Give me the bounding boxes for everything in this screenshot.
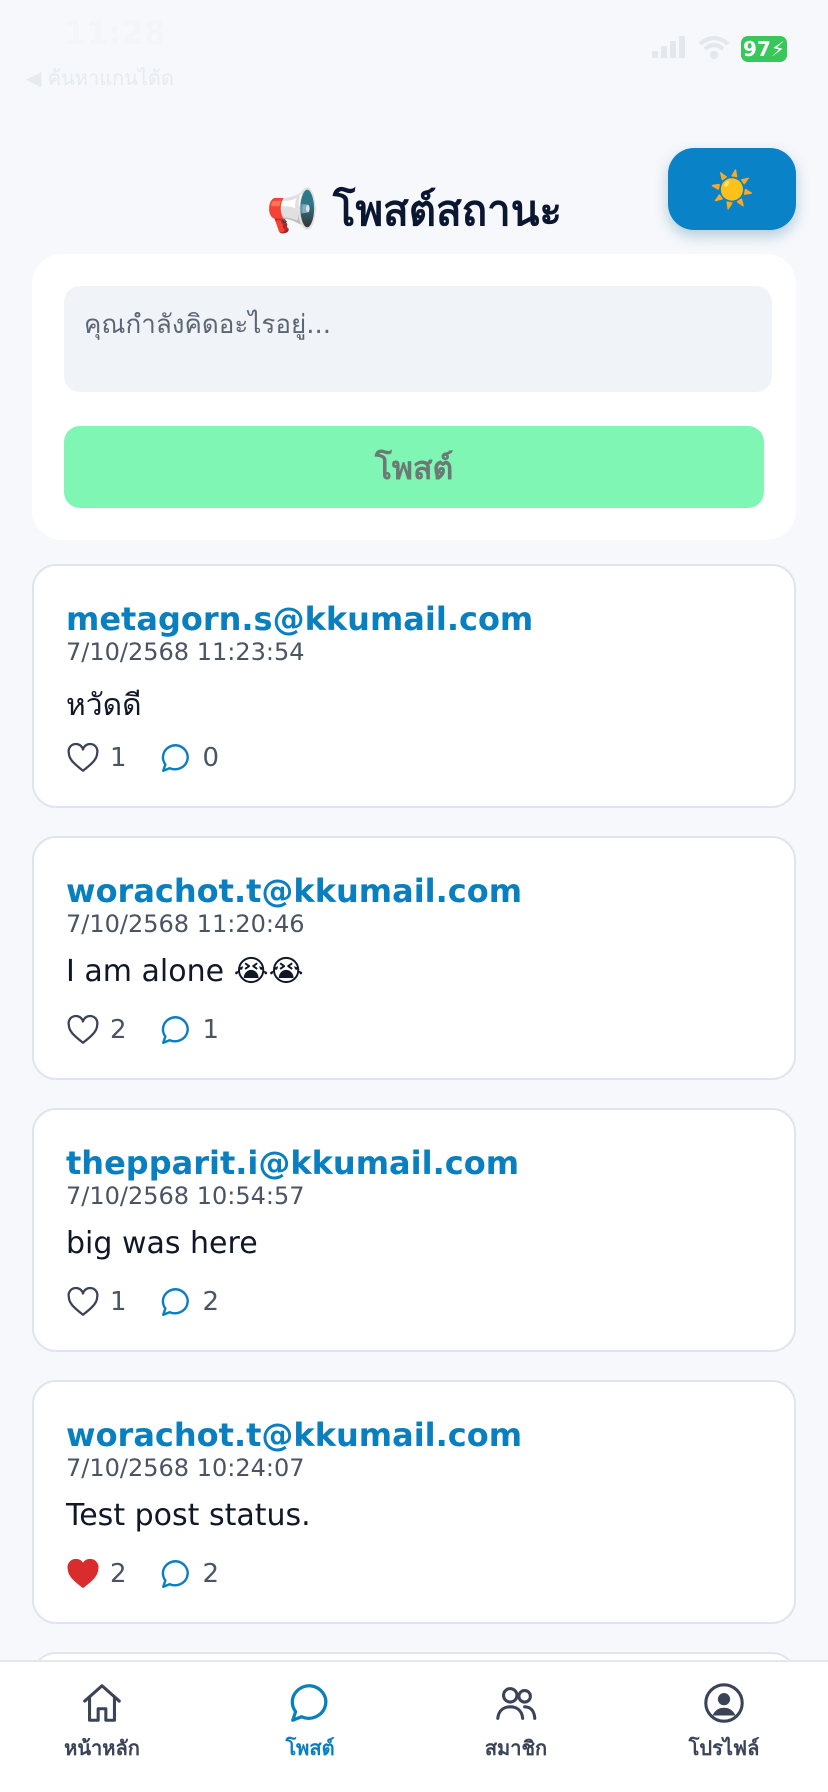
- comment-button[interactable]: 1: [159, 1013, 220, 1047]
- heart-icon: [67, 1286, 99, 1316]
- comment-button[interactable]: 2: [159, 1285, 220, 1319]
- like-button[interactable]: 2: [66, 1557, 127, 1591]
- battery-level: 97: [743, 37, 771, 61]
- comment-button[interactable]: 0: [159, 741, 220, 775]
- heart-filled-icon: [67, 1558, 99, 1588]
- comment-bubble-icon: [161, 1560, 189, 1588]
- nav-item-home[interactable]: หน้าหลัก: [22, 1680, 182, 1764]
- status-time: 11:28: [64, 14, 166, 52]
- post-body: I am alone 😭😭: [66, 954, 304, 989]
- comment-bubble-icon: [161, 1288, 189, 1316]
- post-feed: metagorn.s@kkumail.com 7/10/2568 11:23:5…: [32, 564, 796, 1742]
- nav-label: โพสต์: [285, 1736, 335, 1760]
- comment-count: 2: [202, 1559, 220, 1589]
- post-author[interactable]: thepparit.i@kkumail.com: [66, 1144, 519, 1182]
- post-timestamp: 7/10/2568 11:20:46: [66, 910, 305, 938]
- post-button[interactable]: โพสต์: [64, 426, 764, 508]
- post-card: worachot.t@kkumail.com 7/10/2568 11:20:4…: [32, 836, 796, 1080]
- post-body: Test post status.: [66, 1498, 311, 1533]
- heart-icon: [67, 742, 99, 772]
- post-actions: 1 0: [66, 740, 251, 776]
- comment-count: 1: [202, 1015, 220, 1045]
- chat-icon: [290, 1684, 328, 1722]
- profile-icon: [704, 1683, 744, 1723]
- comment-count: 0: [202, 743, 220, 773]
- users-icon: [496, 1687, 537, 1720]
- bottom-nav: หน้าหลัก โพสต์ สมาชิก โปรไฟล์: [0, 1660, 828, 1792]
- comment-button[interactable]: 2: [159, 1557, 220, 1591]
- like-count: 2: [110, 1559, 127, 1589]
- comment-bubble-icon: [161, 744, 189, 772]
- signal-icon: [652, 36, 685, 58]
- back-to-app-link[interactable]: ◀ ค้นหาแกนได้ด: [26, 62, 174, 94]
- comment-bubble-icon: [161, 1016, 189, 1044]
- post-card: thepparit.i@kkumail.com 7/10/2568 10:54:…: [32, 1108, 796, 1352]
- charging-bolt-icon: ⚡: [770, 37, 785, 61]
- post-card: worachot.t@kkumail.com 7/10/2568 10:24:0…: [32, 1380, 796, 1624]
- nav-item-members[interactable]: สมาชิก: [436, 1680, 596, 1764]
- post-author[interactable]: worachot.t@kkumail.com: [66, 1416, 522, 1454]
- status-bar: 11:28 ◀ ค้นหาแกนได้ด 97⚡: [0, 0, 828, 90]
- nav-item-profile[interactable]: โปรไฟล์: [644, 1680, 804, 1764]
- post-actions: 1 2: [66, 1284, 251, 1320]
- post-author[interactable]: metagorn.s@kkumail.com: [66, 600, 533, 638]
- nav-label: หน้าหลัก: [64, 1736, 140, 1760]
- like-button[interactable]: 2: [66, 1013, 127, 1047]
- like-count: 2: [110, 1015, 127, 1045]
- post-actions: 2 2: [66, 1556, 251, 1592]
- sun-icon: ☀️: [709, 169, 755, 210]
- like-count: 1: [110, 743, 127, 773]
- post-body: big was here: [66, 1226, 258, 1261]
- nav-item-posts[interactable]: โพสต์: [230, 1680, 390, 1764]
- post-timestamp: 7/10/2568 10:24:07: [66, 1454, 305, 1482]
- post-card: metagorn.s@kkumail.com 7/10/2568 11:23:5…: [32, 564, 796, 808]
- nav-label: โปรไฟล์: [688, 1736, 760, 1760]
- post-author[interactable]: worachot.t@kkumail.com: [66, 872, 522, 910]
- post-timestamp: 7/10/2568 10:54:57: [66, 1182, 305, 1210]
- post-body: หวัดดี: [66, 688, 142, 723]
- nav-label: สมาชิก: [484, 1736, 548, 1760]
- theme-toggle-button[interactable]: ☀️: [668, 148, 796, 230]
- home-icon: [83, 1684, 121, 1722]
- heart-icon: [67, 1014, 99, 1044]
- like-button[interactable]: 1: [66, 1285, 127, 1319]
- post-timestamp: 7/10/2568 11:23:54: [66, 638, 305, 666]
- post-actions: 2 1: [66, 1012, 251, 1048]
- battery-indicator: 97⚡: [741, 36, 787, 62]
- wifi-icon: [698, 36, 730, 59]
- post-composer: คุณกำลังคิดอะไรอยู่... โพสต์: [32, 254, 796, 540]
- like-count: 1: [110, 1287, 127, 1317]
- like-button[interactable]: 1: [66, 741, 127, 775]
- status-input[interactable]: คุณกำลังคิดอะไรอยู่...: [64, 286, 772, 392]
- comment-count: 2: [202, 1287, 220, 1317]
